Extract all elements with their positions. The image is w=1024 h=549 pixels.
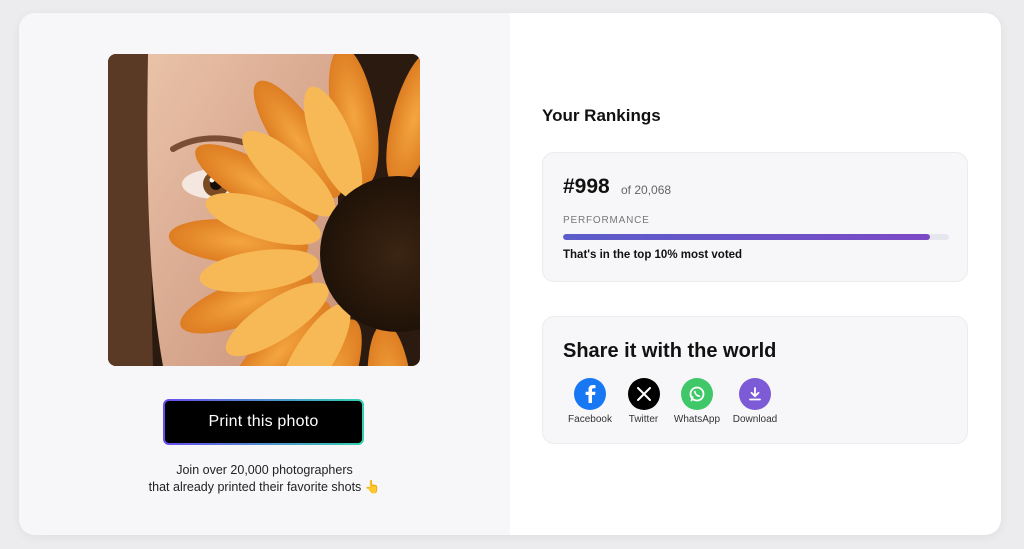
ranking-card: #998 of 20,068 PERFORMANCE That's in the… <box>542 152 968 282</box>
whatsapp-icon <box>681 378 713 410</box>
performance-bar-fill <box>563 234 930 240</box>
x-icon <box>627 378 660 410</box>
share-title: Share it with the world <box>563 340 777 362</box>
performance-label: PERFORMANCE <box>563 215 650 226</box>
join-line-1: Join over 20,000 photographers <box>176 463 353 477</box>
rank-total: of 20,068 <box>621 183 672 197</box>
rankings-title: Your Rankings <box>542 106 661 125</box>
share-label-download: Download <box>732 414 778 425</box>
join-text: Join over 20,000 photographers that alre… <box>19 462 510 496</box>
share-download-button[interactable]: Download <box>724 378 786 425</box>
photo-panel: Print this photo Join over 20,000 photog… <box>19 13 510 535</box>
performance-text: That's in the top 10% most voted <box>563 249 743 261</box>
share-buttons: Facebook Twitter WhatsApp Download <box>563 378 786 425</box>
join-line-2: that already printed their favorite shot… <box>148 480 381 494</box>
share-label-twitter: Twitter <box>628 414 659 425</box>
performance-bar <box>563 234 949 240</box>
print-photo-button[interactable]: Print this photo <box>163 399 364 445</box>
share-twitter-button[interactable]: Twitter <box>617 378 670 425</box>
rankings-panel: Your Rankings #998 of 20,068 PERFORMANCE… <box>510 13 1001 535</box>
photo-result-card: Print this photo Join over 20,000 photog… <box>19 13 1001 535</box>
share-label-whatsapp: WhatsApp <box>673 414 721 425</box>
rank-number: #998 <box>563 175 610 198</box>
download-icon <box>739 378 771 410</box>
share-facebook-button[interactable]: Facebook <box>563 378 617 425</box>
share-card: Share it with the world Facebook Twitter <box>542 316 968 444</box>
submitted-photo[interactable] <box>108 54 420 366</box>
facebook-icon <box>574 378 606 410</box>
share-label-facebook: Facebook <box>568 414 612 425</box>
share-whatsapp-button[interactable]: WhatsApp <box>670 378 724 425</box>
print-photo-label: Print this photo <box>165 401 362 443</box>
